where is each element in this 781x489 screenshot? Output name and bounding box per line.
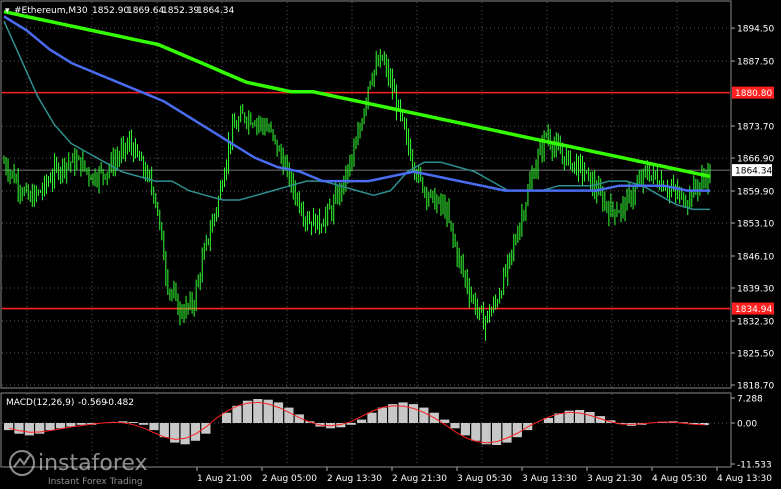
chart-header: ▾ #Ethereum,M30 1852.90 1869.64 1852.39 … <box>5 6 234 16</box>
macd-histogram-bar <box>159 423 169 438</box>
price-level-label: 1880.80 <box>735 89 772 99</box>
macd-histogram-bar <box>222 412 232 423</box>
macd-histogram-bar <box>24 423 34 436</box>
macd-tick-label: -11.533 <box>737 461 772 471</box>
ohlc-high: 1869.64 <box>127 6 164 16</box>
price-tick-label: 1873.70 <box>737 123 774 133</box>
macd-histogram-bar <box>149 423 159 431</box>
time-tick-label: 2 Aug 21:30 <box>392 474 447 484</box>
macd-label: MACD(12,26,9) <box>6 398 74 408</box>
price-tick-label: 1853.10 <box>737 220 774 230</box>
macd-histogram-bar <box>398 402 408 423</box>
price-tick-label: 1866.90 <box>737 155 774 165</box>
price-tick-label: 1825.50 <box>737 349 774 359</box>
macd-histogram-bar <box>471 423 481 441</box>
price-tick-label: 1818.70 <box>737 382 774 392</box>
time-tick-label: 4 Aug 05:30 <box>652 474 707 484</box>
macd-histogram-bar <box>232 405 242 423</box>
macd-histogram-bar <box>346 423 356 425</box>
price-tick-label: 1832.30 <box>737 317 774 327</box>
watermark-tagline: Instant Forex Trading <box>48 477 143 487</box>
macd-histogram-bar <box>357 419 367 423</box>
macd-histogram-bar <box>139 423 149 425</box>
watermark-brand: instaforex <box>38 451 148 476</box>
macd-histogram-bar <box>450 423 460 429</box>
time-tick-label: 2 Aug 13:30 <box>327 474 382 484</box>
macd-histogram-bar <box>408 404 419 423</box>
macd-histogram-bar <box>575 410 585 423</box>
price-tick-label: 1839.30 <box>737 285 774 295</box>
price-tick-label: 1894.50 <box>737 25 774 35</box>
macd-histogram-bar <box>585 412 595 423</box>
price-level-label: 1834.94 <box>735 305 772 315</box>
trading-chart[interactable]: 1880.80 1834.94 1894.50 1887.50 1873.70 1866… <box>0 0 781 489</box>
symbol-label: #Ethereum,M30 <box>14 6 88 16</box>
macd-histogram-bar <box>481 423 491 445</box>
macd-histogram-bar <box>14 423 24 434</box>
macd-histogram-bar <box>45 423 55 431</box>
ohlc-low: 1852.39 <box>162 6 199 16</box>
macd-histogram-bar <box>460 423 470 436</box>
price-tick-label: 1846.10 <box>737 252 774 262</box>
macd-value-main: -0.569 <box>78 398 107 408</box>
macd-histogram-bar <box>128 422 138 423</box>
macd-histogram-bar <box>367 412 377 423</box>
macd-histogram-bar <box>273 402 284 423</box>
current-price-label: 1864.34 <box>735 167 772 177</box>
macd-tick-label: 7.288 <box>737 395 763 405</box>
macd-value-signal: -0.482 <box>105 398 134 408</box>
chart-menu-icon[interactable]: ▾ <box>5 6 10 16</box>
macd-histogram-bar <box>180 423 190 445</box>
macd-histogram-bar <box>55 423 66 429</box>
time-tick-label: 2 Aug 05:00 <box>262 474 317 484</box>
time-tick-label: 1 Aug 21:00 <box>197 474 252 484</box>
macd-histogram-bar <box>388 404 398 423</box>
macd-histogram-bar <box>377 407 387 423</box>
macd-header: MACD(12,26,9) -0.569 -0.482 <box>6 398 134 408</box>
ohlc-open: 1852.90 <box>92 6 129 16</box>
time-tick-label: 3 Aug 21:30 <box>587 474 642 484</box>
macd-histogram-bar <box>76 423 86 425</box>
price-tick-label: 1859.90 <box>737 188 774 198</box>
price-tick-label: 1887.50 <box>737 58 774 68</box>
macd-tick-label: 0.00 <box>737 420 757 430</box>
time-tick-label: 4 Aug 13:30 <box>717 474 772 484</box>
time-tick-label: 3 Aug 13:30 <box>522 474 577 484</box>
macd-histogram-bar <box>419 407 429 423</box>
macd-histogram-bar <box>284 407 294 423</box>
ohlc-close: 1864.34 <box>197 6 234 16</box>
time-tick-label: 3 Aug 05:30 <box>457 474 512 484</box>
